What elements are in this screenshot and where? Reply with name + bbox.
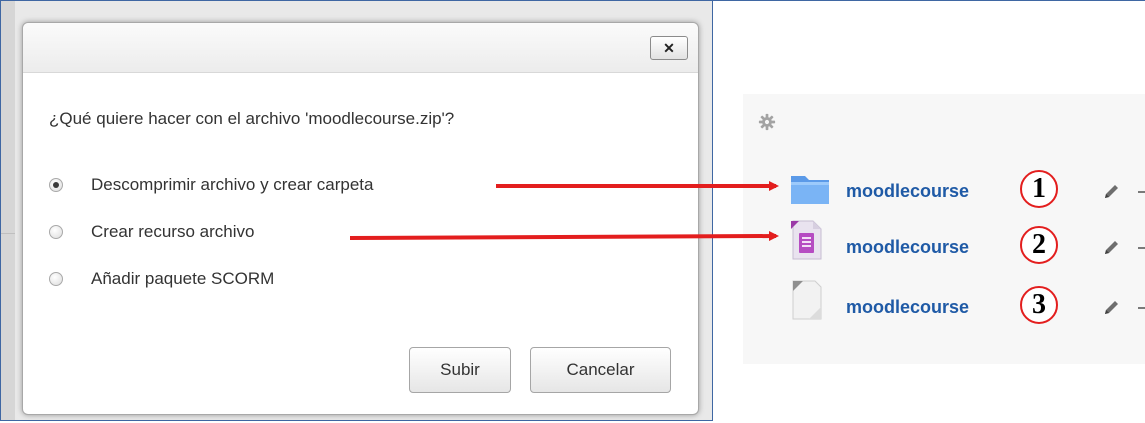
arrow-resource-to-file (349, 231, 779, 242)
annotation-arrows (349, 181, 779, 242)
